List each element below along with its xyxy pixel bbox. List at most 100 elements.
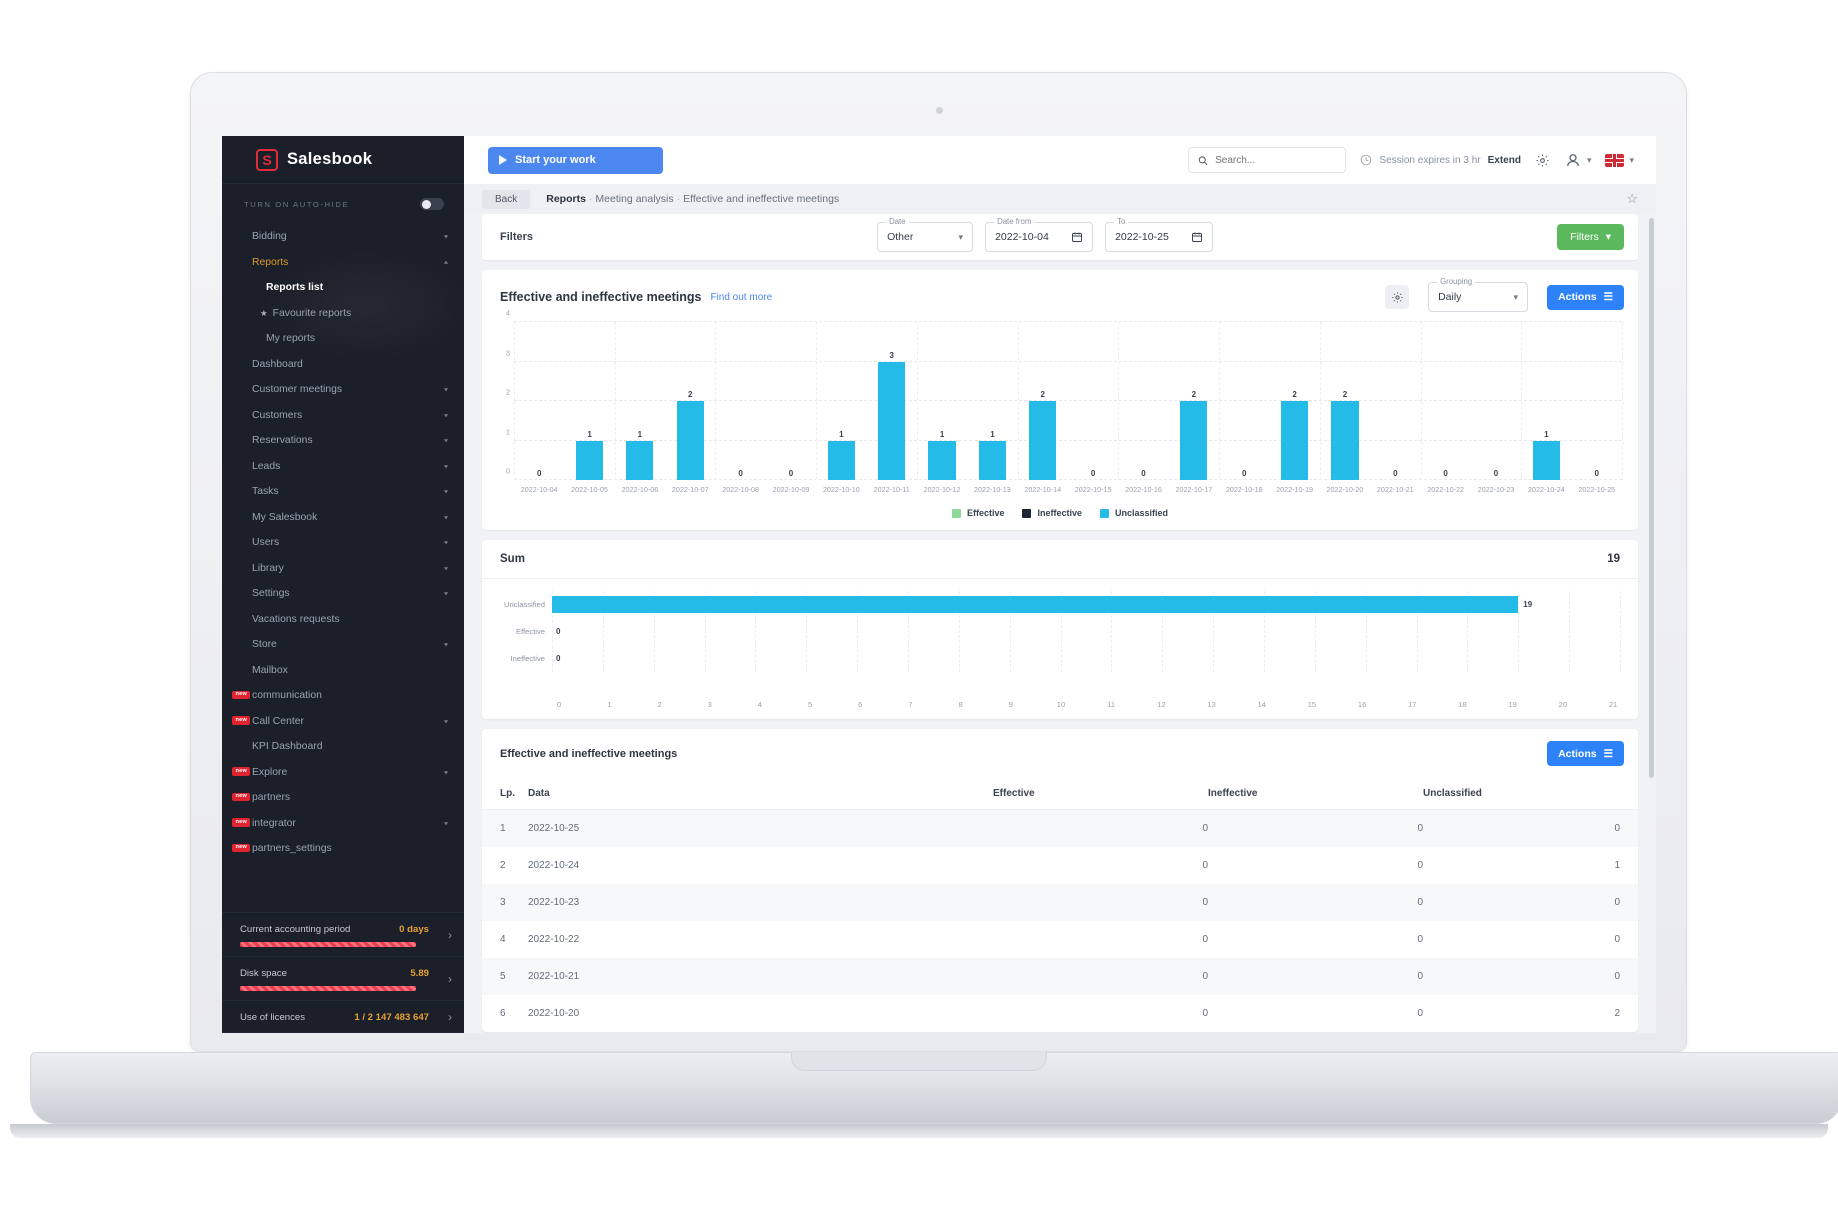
bar[interactable]	[928, 440, 956, 480]
table-column-header[interactable]: Effective	[993, 778, 1208, 810]
sidebar-item-store[interactable]: Store ▾	[222, 632, 464, 658]
bar-column[interactable]: 1	[564, 322, 614, 480]
sidebar-status-card[interactable]: Use of licences 1 / 2 147 483 647 ›	[222, 1001, 464, 1033]
sidebar-item-settings[interactable]: Settings ▾	[222, 581, 464, 607]
breadcrumb-mid[interactable]: Meeting analysis	[595, 193, 673, 205]
sidebar-item-mailbox[interactable]: Mailbox	[222, 658, 464, 684]
sidebar-item-tasks[interactable]: Tasks ▾	[222, 479, 464, 505]
bar-column[interactable]: 1	[816, 322, 866, 480]
chevron-down-icon[interactable]: ▾	[444, 565, 448, 572]
app-logo[interactable]: S Salesbook	[222, 136, 464, 184]
bar[interactable]	[626, 440, 654, 480]
bar-column[interactable]: 0	[1572, 322, 1622, 480]
sidebar-item-kpi-dashboard[interactable]: KPI Dashboard	[222, 734, 464, 760]
table-actions-button[interactable]: Actions ☰	[1547, 741, 1624, 766]
legend-item[interactable]: Ineffective	[1022, 508, 1082, 518]
table-row[interactable]: 5 2022-10-21 0 0 0	[482, 958, 1638, 995]
sidebar-item-customers[interactable]: Customers ▾	[222, 403, 464, 429]
table-row[interactable]: 1 2022-10-25 0 0 0	[482, 809, 1638, 847]
chevron-down-icon[interactable]: ▾	[444, 514, 448, 521]
table-row[interactable]: 6 2022-10-20 0 0 2	[482, 995, 1638, 1032]
sum-bar-row[interactable]: Ineffective 0	[500, 645, 1620, 672]
sum-bar[interactable]	[552, 596, 1519, 613]
chevron-down-icon[interactable]: ▾	[444, 718, 448, 725]
chevron-right-icon[interactable]: ›	[448, 972, 452, 986]
sidebar-item-reports-list[interactable]: Reports list	[222, 275, 464, 301]
legend-item[interactable]: Effective	[951, 508, 1004, 518]
bar-column[interactable]: 0	[1118, 322, 1168, 480]
sidebar-item-dashboard[interactable]: Dashboard	[222, 352, 464, 378]
breadcrumb-root[interactable]: Reports	[546, 193, 586, 205]
chevron-down-icon[interactable]: ▾	[444, 641, 448, 648]
sum-bar-row[interactable]: Effective 0	[500, 618, 1620, 645]
bar-column[interactable]: 0	[1471, 322, 1521, 480]
chevron-down-icon[interactable]: ▾	[444, 488, 448, 495]
date-mode-select[interactable]: Date Other ▾	[877, 217, 974, 252]
chart-settings-button[interactable]	[1385, 285, 1410, 309]
chevron-down-icon[interactable]: ▾	[444, 463, 448, 470]
calendar-icon-from[interactable]	[1071, 231, 1083, 243]
search-box[interactable]	[1188, 147, 1347, 173]
bar-column[interactable]: 1	[917, 322, 967, 480]
user-avatar-button[interactable]: ▾	[1564, 151, 1591, 169]
bar-column[interactable]: 1	[615, 322, 665, 480]
chevron-right-icon[interactable]: ›	[448, 1010, 452, 1024]
bar-column[interactable]: 0	[514, 322, 564, 480]
bar-column[interactable]: 0	[766, 322, 816, 480]
chevron-right-icon[interactable]: ›	[448, 928, 452, 942]
bar-column[interactable]: 0	[1370, 322, 1420, 480]
sidebar-item-leads[interactable]: Leads ▾	[222, 454, 464, 480]
favourite-star-button[interactable]: ☆	[1626, 191, 1638, 207]
sidebar-item-vacations-requests[interactable]: Vacations requests	[222, 607, 464, 633]
table-row[interactable]: 2 2022-10-24 0 0 1	[482, 847, 1638, 884]
chevron-down-icon[interactable]: ▾	[444, 437, 448, 444]
bar[interactable]	[878, 361, 906, 480]
language-flag-button[interactable]: ▾	[1605, 153, 1634, 167]
legend-item[interactable]: Unclassified	[1100, 508, 1168, 518]
chevron-down-icon[interactable]: ▾	[444, 769, 448, 776]
table-column-header[interactable]: Data	[528, 778, 993, 810]
start-your-work-button[interactable]: Start your work	[488, 146, 663, 174]
bar-column[interactable]: 3	[867, 322, 917, 480]
date-to-input[interactable]: To 2022-10-25	[1105, 217, 1214, 252]
table-row[interactable]: 3 2022-10-23 0 0 0	[482, 884, 1638, 921]
filters-button[interactable]: Filters ▾	[1557, 224, 1625, 250]
chevron-down-icon[interactable]: ▾	[444, 590, 448, 597]
sidebar-item-explore[interactable]: new Explore ▾	[222, 760, 464, 786]
sidebar-item-reports[interactable]: Reports ▾	[222, 250, 464, 276]
back-button[interactable]: Back	[482, 189, 531, 209]
sidebar-item-favourite-reports[interactable]: ★ Favourite reports	[222, 301, 464, 327]
extend-session-link[interactable]: Extend	[1488, 155, 1521, 166]
bar-column[interactable]: 0	[1068, 322, 1118, 480]
sidebar-item-customer-meetings[interactable]: Customer meetings ▾	[222, 377, 464, 403]
sidebar-item-my-reports[interactable]: My reports	[222, 326, 464, 352]
chevron-down-icon[interactable]: ▾	[444, 233, 448, 240]
bar[interactable]	[575, 440, 604, 480]
table-row[interactable]: 4 2022-10-22 0 0 0	[482, 921, 1638, 958]
sidebar-item-call-center[interactable]: new Call Center ▾	[222, 709, 464, 735]
bar-column[interactable]: 1	[1521, 322, 1571, 480]
find-out-more-link[interactable]: Find out more	[710, 292, 772, 303]
sidebar-item-partners[interactable]: new partners	[222, 785, 464, 811]
sidebar-item-my-salesbook[interactable]: My Salesbook ▾	[222, 505, 464, 531]
bar-column[interactable]: 2	[665, 322, 715, 480]
auto-hide-toggle-row[interactable]: TURN ON AUTO-HIDE	[222, 184, 464, 224]
content-scrollbar[interactable]	[1649, 218, 1654, 778]
sidebar-item-library[interactable]: Library ▾	[222, 556, 464, 582]
table-column-header[interactable]: Lp.	[482, 778, 528, 810]
auto-hide-switch[interactable]	[420, 198, 444, 210]
sidebar-item-partners-settings[interactable]: new partners_settings	[222, 836, 464, 862]
bar-column[interactable]: 2	[1269, 322, 1319, 480]
grouping-select[interactable]: Grouping Daily ▾	[1428, 277, 1529, 312]
chevron-up-icon[interactable]: ▾	[444, 259, 448, 266]
bar[interactable]	[978, 440, 1006, 480]
bar[interactable]	[1280, 401, 1309, 480]
bar-column[interactable]: 0	[715, 322, 765, 480]
sidebar-status-card[interactable]: Disk space 5.89 ›	[222, 957, 464, 1001]
chevron-down-icon[interactable]: ▾	[444, 386, 448, 393]
table-column-header[interactable]: Ineffective	[1208, 778, 1423, 810]
search-input[interactable]	[1215, 154, 1337, 166]
bar-column[interactable]: 0	[1420, 322, 1470, 480]
bar[interactable]	[676, 401, 704, 480]
chevron-down-icon[interactable]: ▾	[444, 820, 448, 827]
